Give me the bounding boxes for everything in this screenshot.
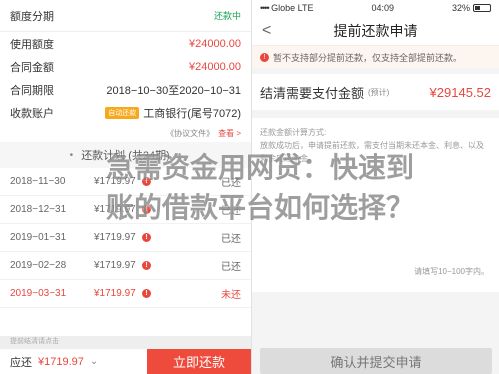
plan-status: 未还 xyxy=(221,290,241,301)
repay-bottom-bar: 应还 ¥1719.97 ⌄ 立即还款 xyxy=(0,348,251,374)
detail-row-contract-term: 合同期限 2018−10−30至2020−10−31 xyxy=(0,78,251,101)
installment-detail-panel: 额度分期 还款中 使用额度 ¥24000.00 合同金额 ¥24000.00 合… xyxy=(0,0,251,374)
plan-row-overdue[interactable]: 2019−03−31 ¥1719.97 ! 未还 xyxy=(0,280,251,308)
clock: 04:09 xyxy=(371,3,395,13)
plan-amount: ¥1719.97 xyxy=(94,204,136,215)
battery-level xyxy=(475,6,480,10)
battery-info: 32% xyxy=(452,3,491,13)
screenshot-root: 额度分期 还款中 使用额度 ¥24000.00 合同金额 ¥24000.00 合… xyxy=(0,0,499,374)
early-repayment-panel: •••• Globe LTE 04:09 32% < 提前还款申请 ! 暂不支持… xyxy=(251,0,499,374)
account-info: 自动还款 工商银行(尾号7072) xyxy=(105,105,241,121)
protocol-row[interactable]: 《协议文件》 查看 > xyxy=(0,124,251,142)
plan-amount: ¥1719.97 xyxy=(94,176,136,187)
plan-indicator: ! xyxy=(142,177,202,186)
credit-label: 使用额度 xyxy=(10,38,54,51)
account-value: 工商银行(尾号7072) xyxy=(143,107,241,120)
auto-repay-badge: 自动还款 xyxy=(105,106,140,119)
battery-icon xyxy=(473,4,491,12)
plan-row[interactable]: 2019−01−31 ¥1719.97 ! 已还 xyxy=(0,224,251,252)
plan-amount: ¥1719.97 xyxy=(94,232,136,243)
detail-row-account: 收款账户 自动还款 工商银行(尾号7072) xyxy=(0,101,251,124)
repayment-plan-header: • 还款计划 (共24期) • xyxy=(0,142,251,168)
settlement-label: 结清需要支付金额 xyxy=(260,85,365,101)
plan-date: 2019−03−31 xyxy=(10,288,67,299)
contract-amount-label: 合同金额 xyxy=(10,61,54,74)
warning-icon: ! xyxy=(142,233,151,242)
plan-date: 2019−02−28 xyxy=(10,260,67,271)
plan-indicator: ! xyxy=(142,233,202,242)
method-body: 放款成功后，申请提前还款，需支付当期未还本金、利息、以及剩余应还本金。 xyxy=(260,141,484,163)
plan-bullet-right: • xyxy=(177,149,182,161)
protocol-view-link[interactable]: 查看 > xyxy=(218,128,241,139)
network-type: LTE xyxy=(297,3,314,13)
contract-term-label: 合同期限 xyxy=(10,84,54,97)
plan-status: 已还 xyxy=(221,234,241,245)
plan-date: 2019−01−31 xyxy=(10,232,67,243)
warning-icon: ! xyxy=(142,205,151,214)
carrier-info: •••• Globe LTE xyxy=(260,3,314,13)
battery-percent: 32% xyxy=(451,3,470,13)
credit-value: ¥24000.00 xyxy=(189,37,241,50)
protocol-text: 《协议文件》 xyxy=(166,128,215,138)
contract-term-value: 2018−10−30至2020−10−31 xyxy=(106,84,241,97)
detail-row-contract-amount: 合同金额 ¥24000.00 xyxy=(0,55,251,78)
info-icon: ! xyxy=(260,52,269,62)
plan-status: 已还 xyxy=(221,178,241,189)
warning-icon: ! xyxy=(142,177,151,186)
repayment-plan-title: 还款计划 (共24期) xyxy=(81,150,170,162)
notice-banner: ! 暂不支持部分提前还款，仅支持全部提前还款。 xyxy=(252,46,499,68)
status-bar: •••• Globe LTE 04:09 32% xyxy=(252,0,499,16)
signal-icon: •••• xyxy=(260,3,270,13)
plan-row[interactable]: 2019−02−28 ¥1719.97 ! 已还 xyxy=(0,252,251,280)
back-icon[interactable]: < xyxy=(262,22,271,40)
plan-amount: ¥1719.97 xyxy=(94,288,136,299)
plan-date: 2018−11−30 xyxy=(10,176,66,187)
notice-text: 暂不支持部分提前还款，仅支持全部提前还款。 xyxy=(273,52,463,63)
chevron-down-icon[interactable]: ⌄ xyxy=(90,356,98,367)
plan-indicator: ! xyxy=(142,289,202,298)
plan-date: 2018−12−31 xyxy=(10,204,67,215)
settlement-amount: ¥29145.52 xyxy=(429,84,491,100)
method-title: 还款金额计算方式: xyxy=(260,128,327,137)
installment-title: 额度分期 xyxy=(10,10,54,23)
early-settle-strip[interactable]: 提前结清请点击 xyxy=(0,336,251,348)
plan-row[interactable]: 2018−11−30 ¥1719.97 ! 已还 xyxy=(0,168,251,196)
settlement-amount-row: 结清需要支付金额 (预计) ¥29145.52 xyxy=(252,74,499,110)
char-limit-hint: 请填写10−100字内。 xyxy=(414,267,489,276)
contract-amount-value: ¥24000.00 xyxy=(189,60,241,73)
plan-indicator: ! xyxy=(142,205,202,214)
settlement-hint: (预计) xyxy=(368,87,390,97)
nav-bar: < 提前还款申请 xyxy=(252,16,499,46)
due-value: ¥1719.97 xyxy=(38,355,84,368)
carrier-name: Globe xyxy=(271,3,296,13)
submit-button[interactable]: 确认并提交申请 xyxy=(260,348,492,374)
plan-status: 已还 xyxy=(221,262,241,273)
plan-bullet-left: • xyxy=(69,149,74,161)
installment-header: 额度分期 还款中 xyxy=(0,0,251,32)
repay-now-button[interactable]: 立即还款 xyxy=(147,348,251,374)
account-label: 收款账户 xyxy=(10,107,54,120)
plan-indicator: ! xyxy=(142,261,202,270)
repayment-status: 还款中 xyxy=(213,11,241,21)
warning-icon: ! xyxy=(142,289,151,298)
plan-status: 已还 xyxy=(221,206,241,217)
warning-icon: ! xyxy=(142,261,151,270)
page-title: 提前还款申请 xyxy=(333,22,418,39)
due-label: 应还 xyxy=(10,356,32,369)
detail-row-credit: 使用额度 ¥24000.00 xyxy=(0,32,251,55)
plan-row[interactable]: 2018−12−31 ¥1719.97 ! 已还 xyxy=(0,196,251,224)
calculation-textarea[interactable]: 还款金额计算方式: 放款成功后，申请提前还款，需支付当期未还本金、利息、以及剩余… xyxy=(252,118,499,292)
plan-amount: ¥1719.97 xyxy=(94,260,136,271)
